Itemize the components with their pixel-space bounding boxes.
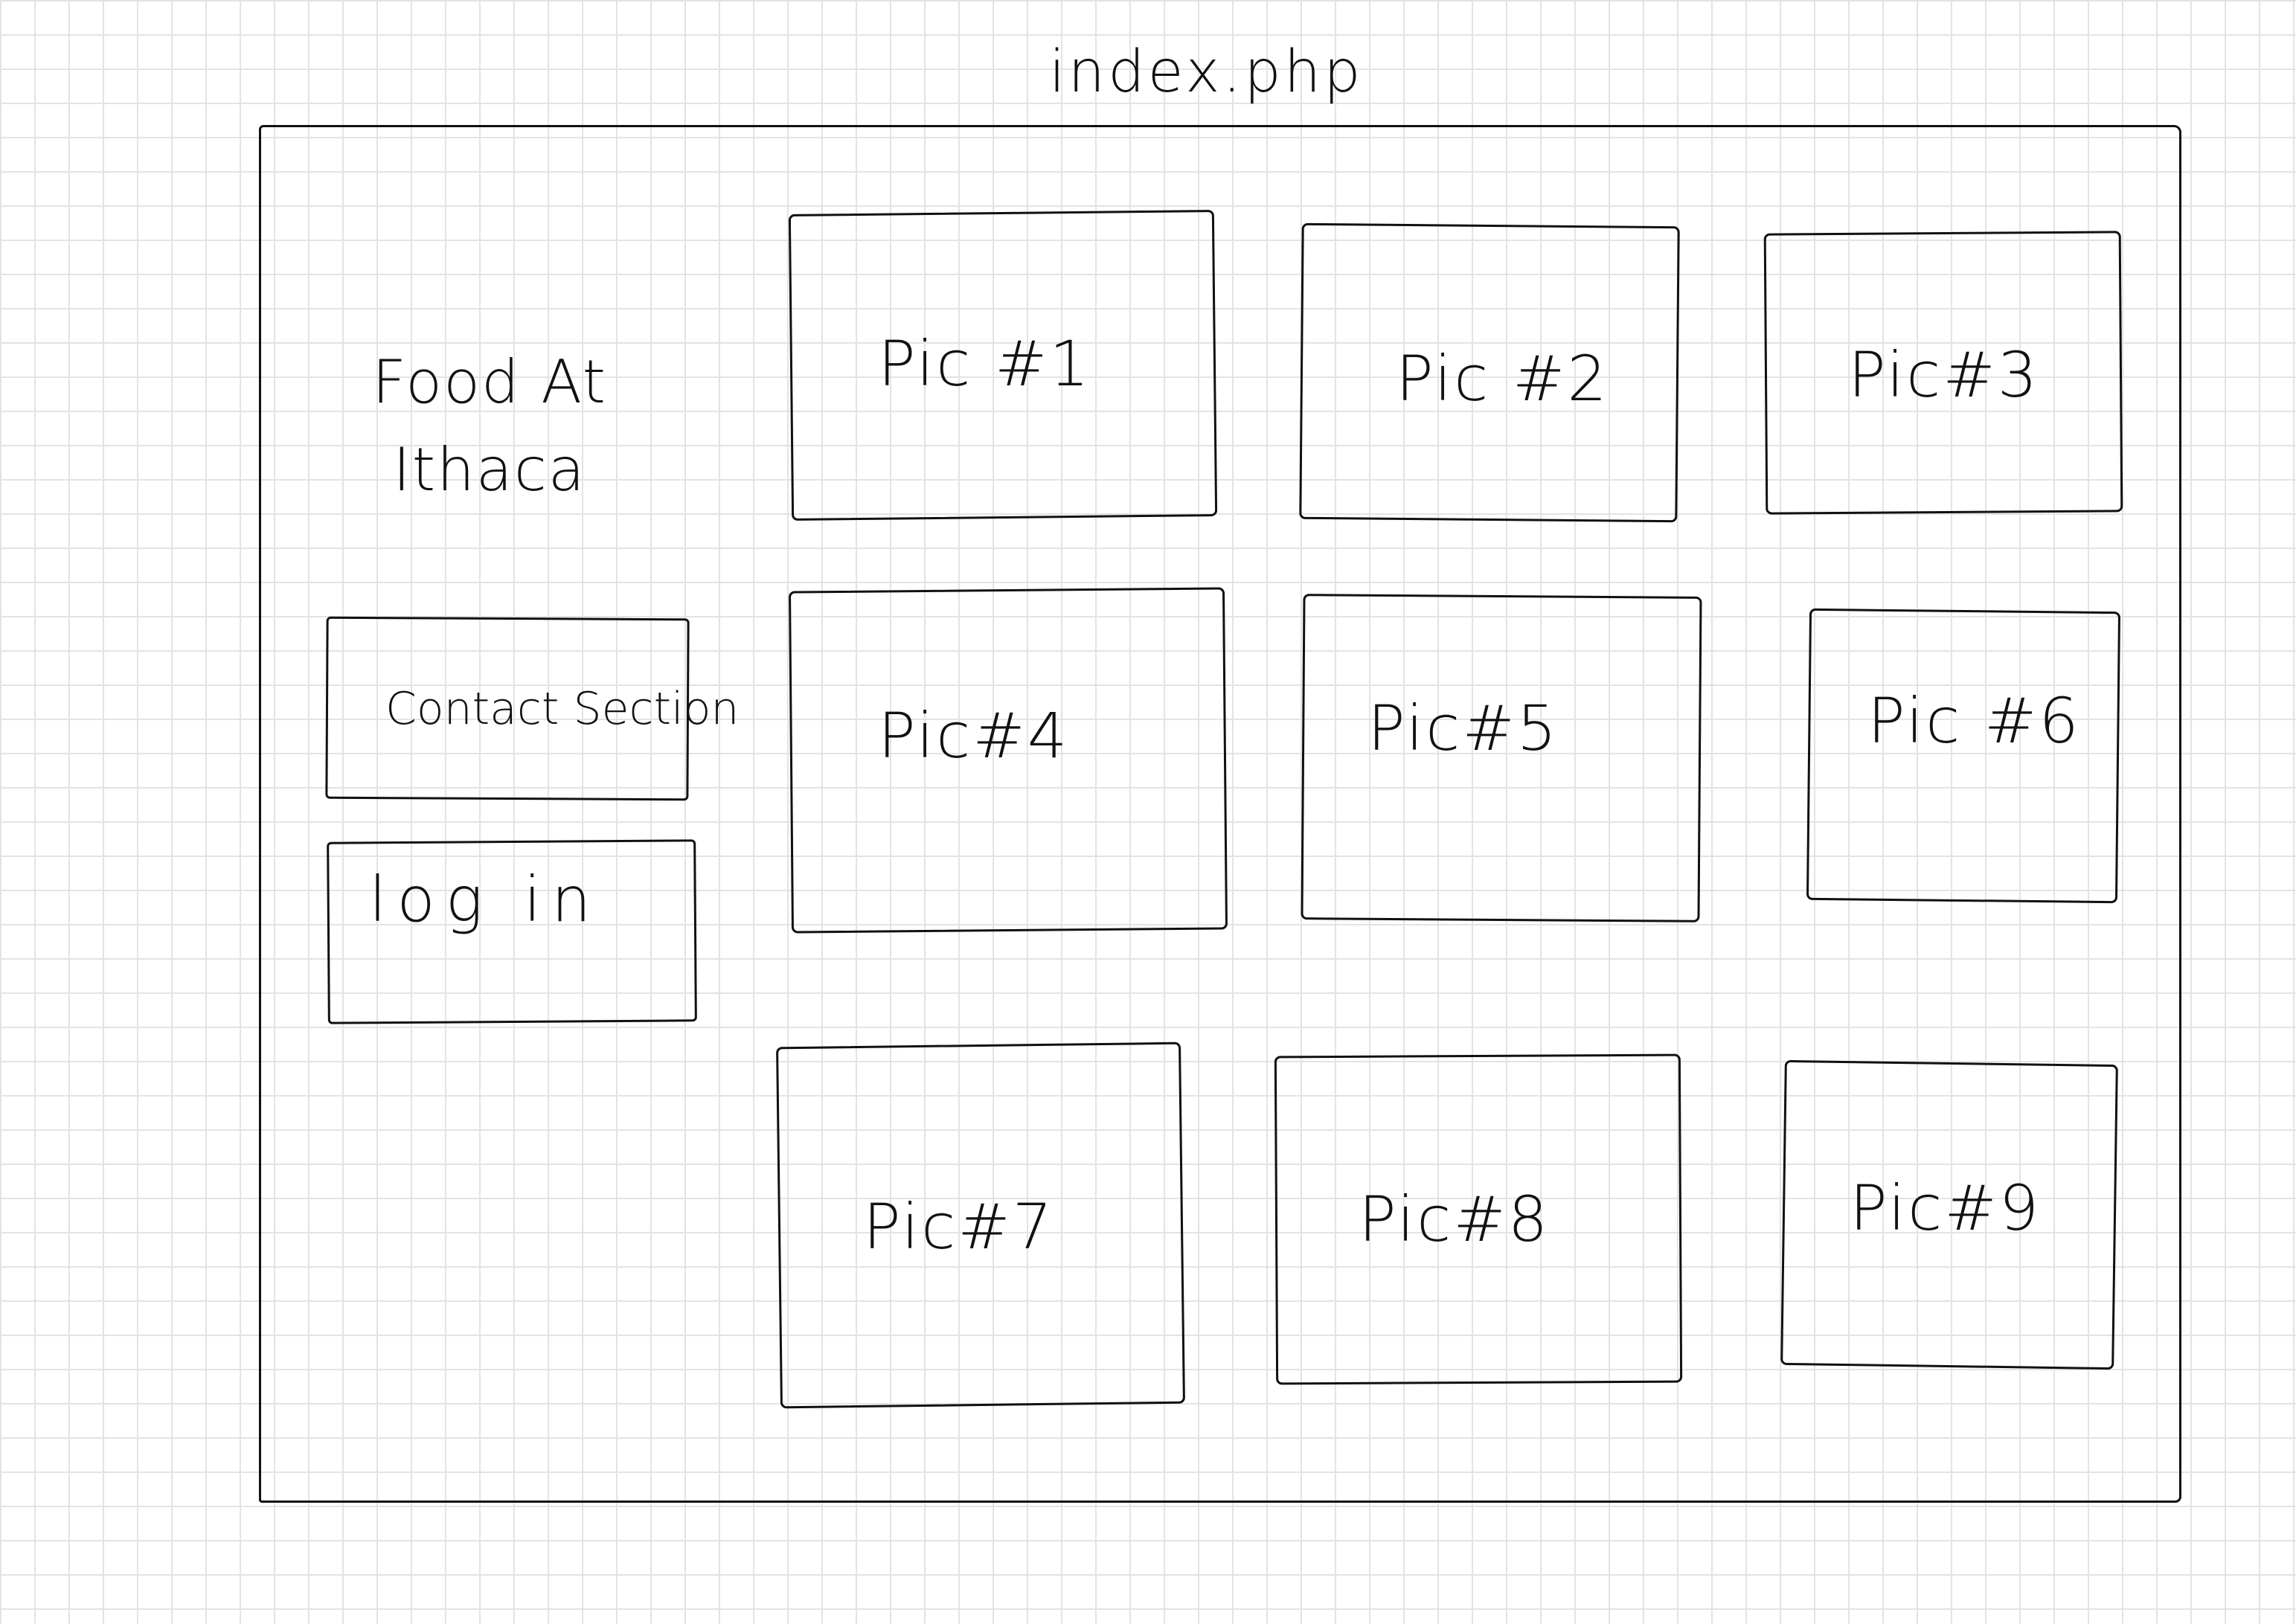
pic-label-8: Pic#8 [1359,1183,1551,1256]
pic-label-7: Pic#7 [863,1190,1055,1263]
file-title: index.php [1049,39,1364,106]
pic-label-1: Pic #1 [878,327,1091,400]
pic-label-2: Pic #2 [1396,342,1609,415]
login-label: log in [369,863,602,936]
site-title: Food At Ithaca [372,347,607,504]
pic-label-6: Pic #6 [1867,684,2081,757]
pic-label-9: Pic#9 [1850,1172,2042,1245]
pic-label-5: Pic#5 [1367,692,1559,765]
contact-section-label: Contact Section [385,683,740,735]
pic-label-4: Pic#4 [878,699,1070,772]
pic-label-3: Pic#3 [1848,338,2040,411]
